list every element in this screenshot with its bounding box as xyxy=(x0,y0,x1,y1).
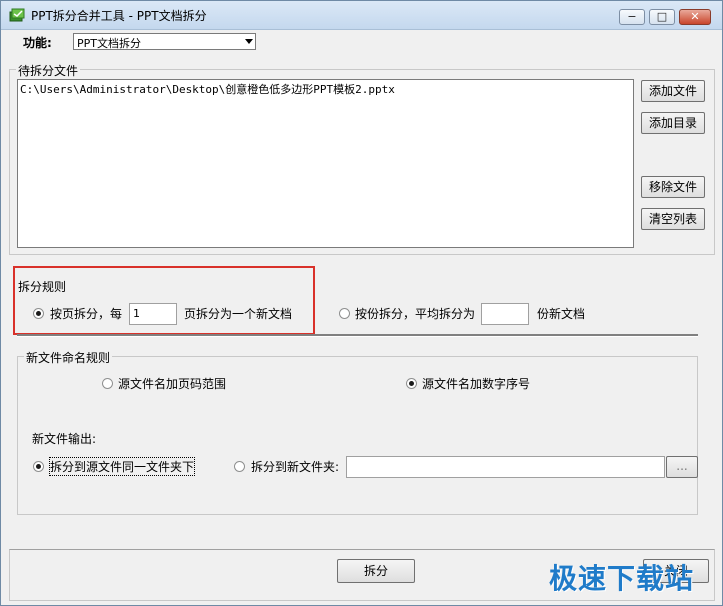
close-icon: ✕ xyxy=(690,10,700,23)
output-new-folder-label[interactable]: 拆分到新文件夹: xyxy=(251,458,339,475)
browse-folder-button[interactable]: ... xyxy=(666,456,698,478)
remove-file-button[interactable]: 移除文件 xyxy=(641,176,705,198)
minimize-icon: − xyxy=(627,10,637,23)
window-title: PPT拆分合并工具 - PPT文档拆分 xyxy=(31,9,207,23)
split-rule-highlight-box xyxy=(13,266,315,335)
watermark: 极速下载站 xyxy=(549,562,695,595)
maximize-button[interactable]: □ xyxy=(649,9,675,25)
function-label: 功能: xyxy=(23,36,52,50)
file-list-item[interactable]: C:\Users\Administrator\Desktop\创意橙色低多边形P… xyxy=(20,81,395,97)
minimize-button[interactable]: − xyxy=(619,9,645,25)
add-file-button[interactable]: 添加文件 xyxy=(641,80,705,102)
name-number-seq-label[interactable]: 源文件名加数字序号 xyxy=(422,375,530,392)
maximize-icon: □ xyxy=(656,10,668,23)
name-page-range-radio[interactable] xyxy=(102,378,113,389)
ppt-tool-icon xyxy=(9,8,25,22)
close-window-button[interactable]: ✕ xyxy=(679,9,711,25)
function-select-value: PPT文档拆分 xyxy=(77,37,141,50)
file-count-input[interactable] xyxy=(481,303,529,325)
output-folder-input[interactable] xyxy=(346,456,665,478)
naming-group-title: 新文件命名规则 xyxy=(24,349,113,366)
split-by-count-label[interactable]: 按份拆分，平均拆分为 xyxy=(355,305,475,322)
name-page-range-label[interactable]: 源文件名加页码范围 xyxy=(118,375,226,392)
output-new-folder-radio[interactable] xyxy=(234,461,245,472)
split-by-count-suffix: 份新文档 xyxy=(537,307,586,321)
name-number-seq-radio[interactable] xyxy=(406,378,417,389)
output-same-folder-radio[interactable] xyxy=(33,461,44,472)
title-bar[interactable]: PPT拆分合并工具 - PPT文档拆分 − □ ✕ xyxy=(1,1,722,30)
section-divider xyxy=(17,334,698,337)
output-same-folder-label[interactable]: 拆分到源文件同一文件夹下 xyxy=(48,457,196,476)
split-button[interactable]: 拆分 xyxy=(337,559,415,583)
files-group-title: 待拆分文件 xyxy=(16,62,81,79)
chevron-down-icon xyxy=(245,39,253,44)
clear-list-button[interactable]: 清空列表 xyxy=(641,208,705,230)
app-window: PPT拆分合并工具 - PPT文档拆分 − □ ✕ 功能: PPT文档拆分 待拆… xyxy=(0,0,723,606)
output-label: 新文件输出: xyxy=(32,432,97,446)
add-directory-button[interactable]: 添加目录 xyxy=(641,112,705,134)
split-by-count-radio[interactable] xyxy=(339,308,350,319)
function-select[interactable]: PPT文档拆分 xyxy=(73,33,256,50)
file-list[interactable]: C:\Users\Administrator\Desktop\创意橙色低多边形P… xyxy=(17,79,634,248)
